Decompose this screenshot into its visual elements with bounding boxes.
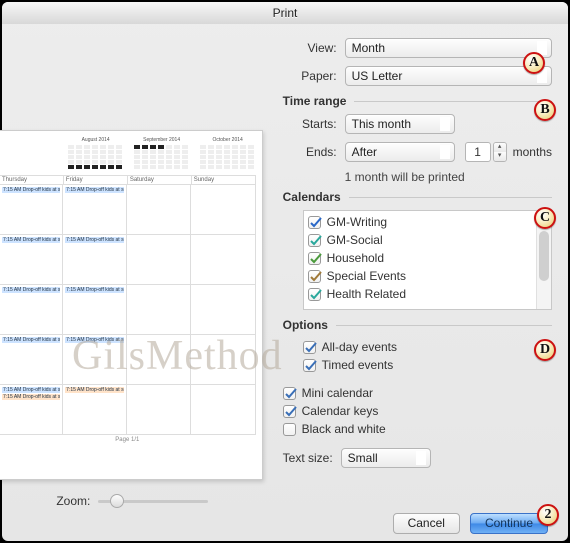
calendars-heading: Calendars	[283, 190, 552, 204]
calendar-checkbox[interactable]	[308, 288, 321, 301]
mini-calendar-label: Mini calendar	[302, 386, 373, 400]
ends-label: Ends:	[283, 145, 337, 159]
updown-icon: ▴▾	[422, 452, 426, 464]
calendar-checkbox[interactable]	[308, 216, 321, 229]
ends-select[interactable]: After ▴▾	[345, 142, 455, 162]
calendar-item[interactable]: Special Events	[308, 267, 547, 285]
text-size-label: Text size:	[283, 451, 333, 465]
weekday-header: Sunday	[192, 175, 256, 185]
calendar-checkbox[interactable]	[308, 234, 321, 247]
weekday-header: Friday	[64, 175, 128, 185]
black-white-checkbox[interactable]	[283, 423, 296, 436]
calendar-item[interactable]: Household	[308, 249, 547, 267]
starts-select[interactable]: This month ▴▾	[345, 114, 455, 134]
paper-label: Paper:	[283, 69, 337, 83]
mini-cal-title: August 2014	[68, 137, 124, 143]
cancel-button[interactable]: Cancel	[393, 513, 460, 534]
time-range-note: 1 month will be printed	[345, 170, 552, 184]
paper-value: US Letter	[352, 69, 403, 83]
calendar-label: Special Events	[327, 269, 406, 283]
calendar-label: GM-Writing	[327, 215, 387, 229]
preview-pane: August 2014 September 2014 October 2014 …	[2, 24, 271, 514]
timed-label: Timed events	[322, 358, 394, 372]
mini-cal-title: September 2014	[134, 137, 190, 143]
mini-cal-title: October 2014	[200, 137, 256, 143]
timed-checkbox[interactable]	[303, 359, 316, 372]
calendar-keys-label: Calendar keys	[302, 404, 379, 418]
time-range-heading: Time range	[283, 94, 552, 108]
starts-label: Starts:	[283, 117, 337, 131]
page-number: Page 1/1	[0, 437, 256, 443]
view-label: View:	[283, 41, 337, 55]
zoom-slider[interactable]	[98, 494, 208, 508]
annotation-d-badge: D	[534, 339, 556, 361]
black-white-label: Black and white	[302, 422, 386, 436]
all-day-checkbox[interactable]	[303, 341, 316, 354]
calendar-checkbox[interactable]	[308, 252, 321, 265]
all-day-label: All-day events	[322, 340, 397, 354]
weekday-header: Saturday	[128, 175, 192, 185]
zoom-label: Zoom:	[56, 494, 90, 508]
calendar-checkbox[interactable]	[308, 270, 321, 283]
ends-value: After	[352, 145, 377, 159]
title-bar: Print	[2, 2, 568, 24]
updown-icon: ▴▾	[446, 146, 450, 158]
mini-calendar-checkbox[interactable]	[283, 387, 296, 400]
text-size-select[interactable]: Small ▴▾	[341, 448, 431, 468]
calendars-list[interactable]: GM-Writing GM-Social Household Special Even…	[303, 210, 552, 310]
annotation-a-badge: A	[523, 52, 545, 74]
calendar-item[interactable]: GM-Social	[308, 231, 547, 249]
annotation-2-badge: 2	[537, 504, 559, 526]
calendar-label: Household	[327, 251, 384, 265]
print-preview: August 2014 September 2014 October 2014 …	[0, 130, 263, 480]
updown-icon: ▴▾	[446, 118, 450, 130]
annotation-b-badge: B	[534, 99, 556, 121]
options-heading: Options	[283, 318, 552, 332]
month-grid: 7:15 AM Drop-off kids at school 7:15 AM …	[0, 185, 256, 435]
window-title: Print	[273, 6, 298, 20]
updown-icon: ▴▾	[543, 70, 547, 82]
text-size-value: Small	[348, 451, 378, 465]
annotation-c-badge: C	[534, 207, 556, 229]
ends-unit: months	[513, 145, 552, 159]
view-value: Month	[352, 41, 385, 55]
calendar-label: GM-Social	[327, 233, 383, 247]
ends-count-field[interactable]: 1	[465, 142, 491, 162]
calendar-item[interactable]: GM-Writing	[308, 213, 547, 231]
calendar-keys-checkbox[interactable]	[283, 405, 296, 418]
calendar-item[interactable]: Health Related	[308, 285, 547, 303]
weekday-header: Thursday	[0, 175, 64, 185]
view-select[interactable]: Month ▴▾	[345, 38, 552, 58]
starts-value: This month	[352, 117, 411, 131]
paper-select[interactable]: US Letter ▴▾	[345, 66, 552, 86]
updown-icon: ▴▾	[543, 42, 547, 54]
calendar-label: Health Related	[327, 287, 406, 301]
ends-count-stepper[interactable]: ▴▾	[493, 142, 507, 162]
